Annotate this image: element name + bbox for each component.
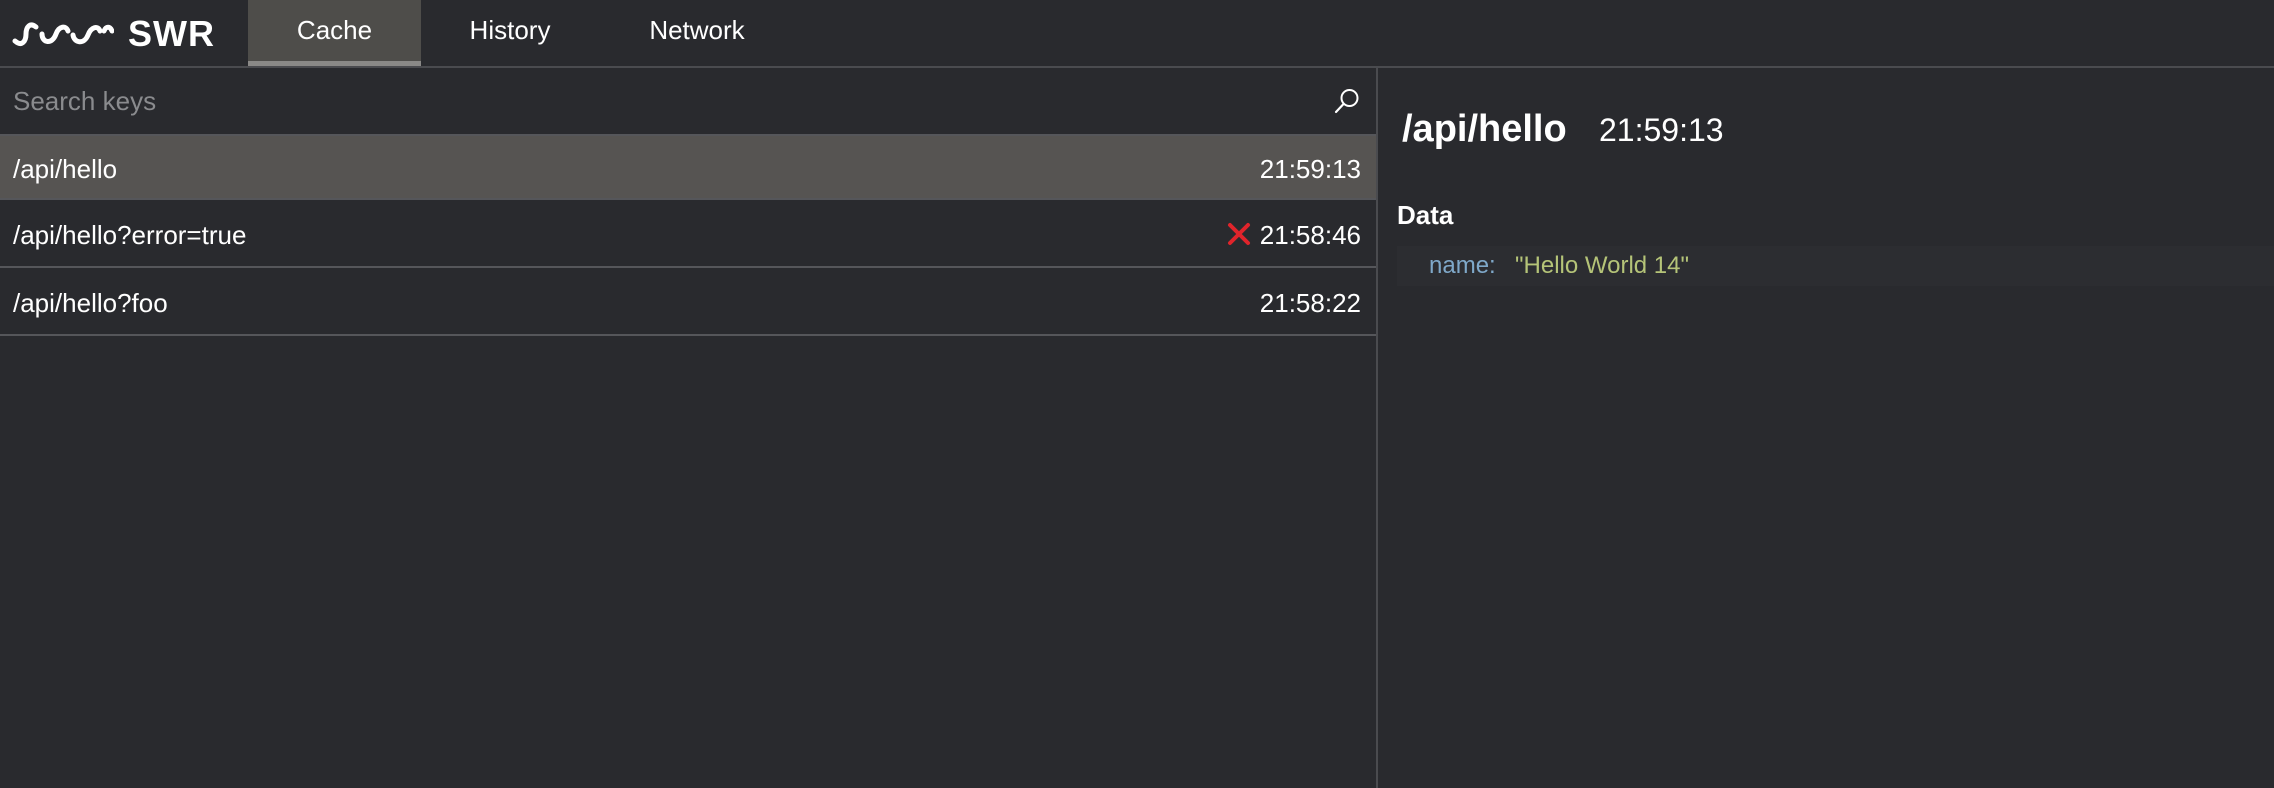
detail-timestamp: 21:59:13 bbox=[1599, 112, 1724, 148]
detail-panel: /api/hello 21:59:13 Data name: "Hello Wo… bbox=[1380, 68, 2274, 788]
tab-history[interactable]: History bbox=[421, 0, 599, 66]
cache-list-panel: /api/hello 21:59:13 /api/hello?error=tru… bbox=[0, 68, 1378, 788]
tab-history-label: History bbox=[469, 15, 551, 45]
search-icon[interactable] bbox=[1332, 86, 1362, 121]
tab-network-label: Network bbox=[649, 15, 745, 45]
search-bar bbox=[0, 68, 1376, 134]
cache-timestamp: 21:58:22 bbox=[1259, 288, 1361, 318]
cache-row[interactable]: /api/hello?error=true 21:58:46 bbox=[0, 202, 1376, 268]
swr-logo: SWR bbox=[12, 13, 215, 54]
data-field-value: "Hello World 14" bbox=[1515, 252, 1689, 279]
data-section-label: Data bbox=[1397, 200, 1454, 230]
error-x-icon bbox=[1227, 222, 1251, 253]
tab-cache[interactable]: Cache bbox=[248, 0, 421, 66]
logo-text: SWR bbox=[128, 13, 215, 54]
cache-row[interactable]: /api/hello?foo 21:58:22 bbox=[0, 270, 1376, 336]
cache-row[interactable]: /api/hello 21:59:13 bbox=[0, 134, 1376, 200]
cache-key: /api/hello?foo bbox=[13, 288, 168, 318]
cache-key: /api/hello?error=true bbox=[13, 220, 247, 250]
detail-key: /api/hello bbox=[1402, 108, 1567, 150]
search-input[interactable] bbox=[0, 68, 1320, 134]
tab-cache-label: Cache bbox=[296, 15, 373, 45]
cache-key: /api/hello bbox=[13, 154, 118, 184]
top-bar: SWR Cache History Network bbox=[0, 0, 2274, 68]
swr-wave-icon bbox=[12, 22, 114, 46]
tab-network[interactable]: Network bbox=[599, 0, 795, 66]
data-field-key: name: bbox=[1429, 252, 1496, 279]
cache-timestamp: 21:59:13 bbox=[1259, 154, 1361, 184]
cache-timestamp: 21:58:46 bbox=[1259, 220, 1361, 250]
